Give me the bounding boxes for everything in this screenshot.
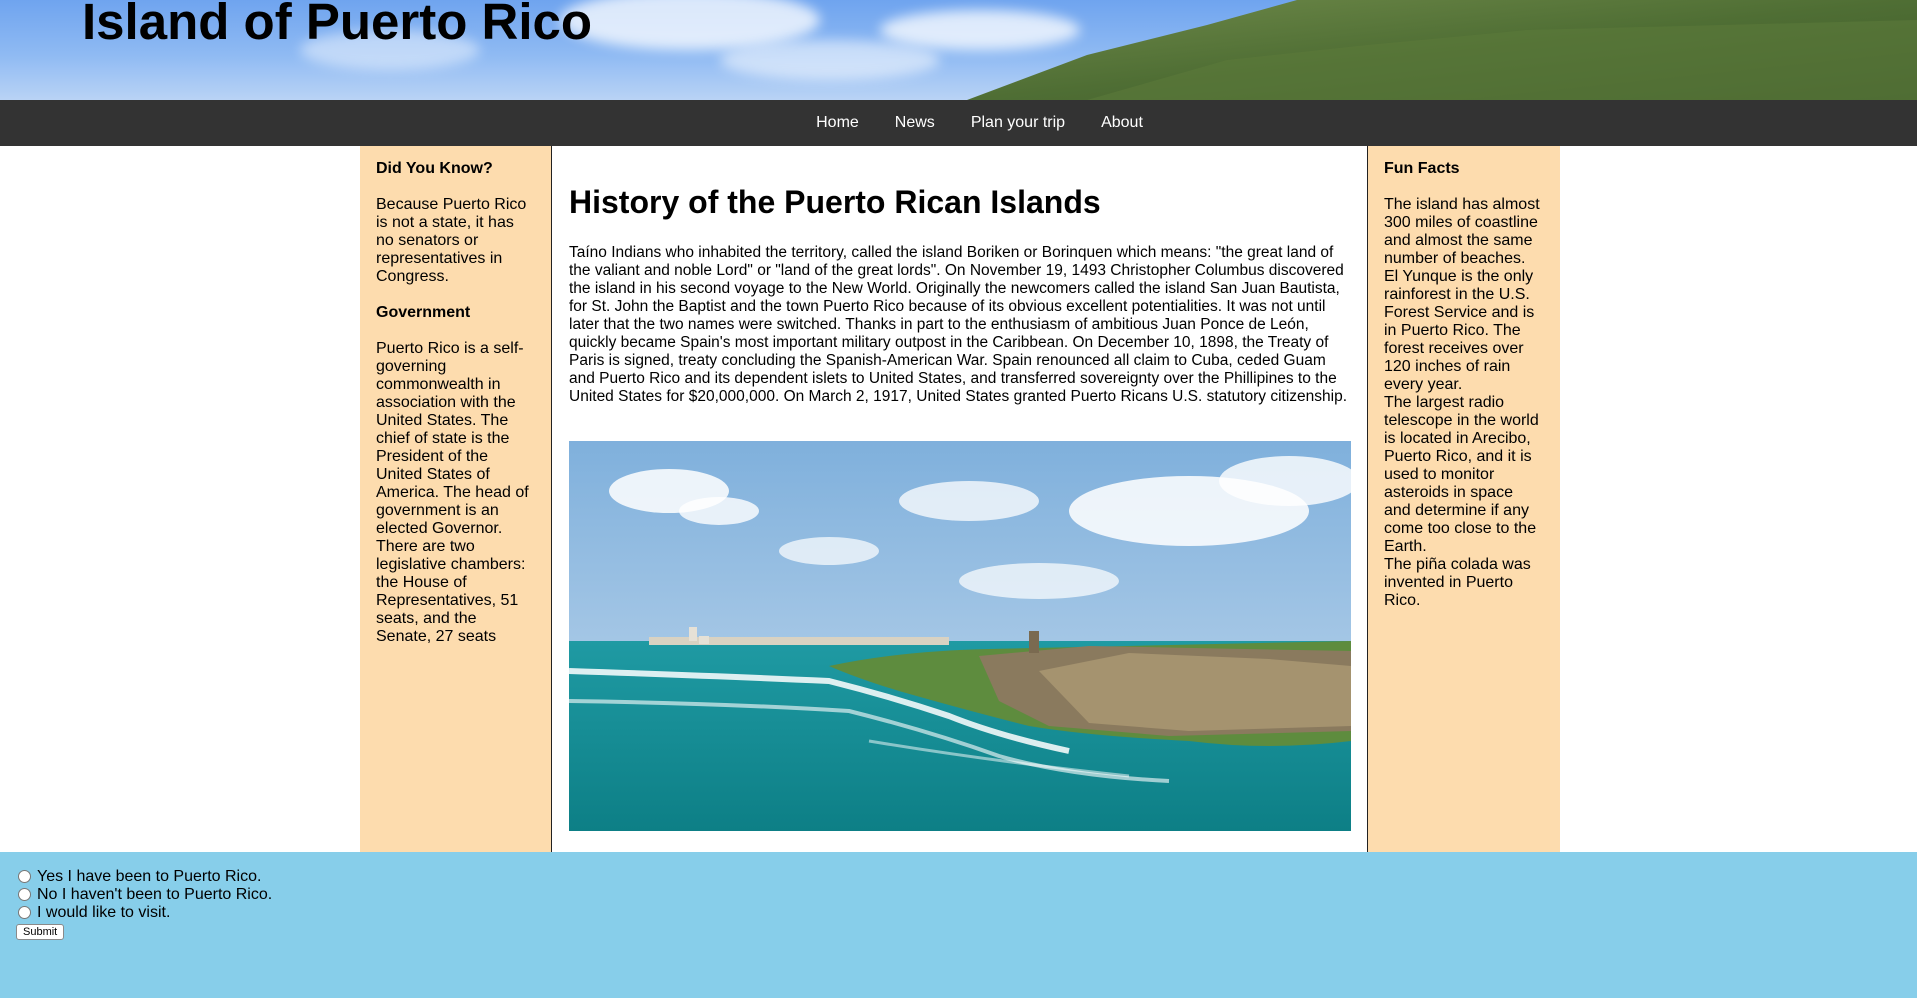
nav-plan-trip-link[interactable]: Plan your trip bbox=[953, 114, 1083, 132]
survey-option-label: Yes I have been to Puerto Rico. bbox=[37, 868, 262, 885]
main-content: History of the Puerto Rican Islands Taín… bbox=[553, 146, 1366, 852]
fun-fact-item: The largest radio telescope in the world… bbox=[1384, 394, 1539, 555]
survey-option-no[interactable]: No I haven't been to Puerto Rico. bbox=[16, 886, 1901, 904]
survey-option-label: No I haven't been to Puerto Rico. bbox=[37, 886, 273, 903]
survey-option-yes[interactable]: Yes I have been to Puerto Rico. bbox=[16, 868, 1901, 886]
submit-button[interactable]: Submit bbox=[16, 924, 65, 940]
fun-fact-item: The piña colada was invented in Puerto R… bbox=[1384, 556, 1531, 609]
radio-yes-been[interactable] bbox=[18, 870, 31, 883]
hillside-image bbox=[967, 0, 1917, 100]
nav-news-link[interactable]: News bbox=[877, 114, 953, 132]
radio-would-like-visit[interactable] bbox=[18, 906, 31, 919]
site-title: Island of Puerto Rico bbox=[82, 0, 593, 50]
radio-not-been[interactable] bbox=[18, 888, 31, 901]
nav-home-link[interactable]: Home bbox=[798, 114, 877, 132]
survey-option-label: I would like to visit. bbox=[37, 904, 171, 921]
government-text: Puerto Rico is a self-governing commonwe… bbox=[376, 340, 529, 645]
did-you-know-heading: Did You Know? bbox=[376, 160, 493, 177]
fun-fact-item: El Yunque is the only rainforest in the … bbox=[1384, 268, 1535, 393]
main-navigation: Home News Plan your trip About bbox=[0, 100, 1917, 146]
fun-facts-heading: Fun Facts bbox=[1384, 160, 1460, 177]
fun-fact-item: The island has almost 300 miles of coast… bbox=[1384, 196, 1540, 267]
visit-survey-form: Yes I have been to Puerto Rico. No I hav… bbox=[0, 852, 1917, 998]
coastline-photo bbox=[569, 441, 1351, 831]
did-you-know-text: Because Puerto Rico is not a state, it h… bbox=[376, 196, 527, 285]
left-sidebar: Did You Know? Because Puerto Rico is not… bbox=[360, 146, 552, 852]
right-sidebar: Fun Facts The island has almost 300 mile… bbox=[1367, 146, 1560, 852]
nav-about-link[interactable]: About bbox=[1083, 114, 1161, 132]
survey-option-would-like[interactable]: I would like to visit. bbox=[16, 904, 1901, 922]
history-text: Taíno Indians who inhabited the territor… bbox=[569, 244, 1348, 405]
government-heading: Government bbox=[376, 304, 471, 321]
article-title: History of the Puerto Rican Islands bbox=[569, 184, 1101, 220]
header-banner: Island of Puerto Rico bbox=[0, 0, 1917, 100]
